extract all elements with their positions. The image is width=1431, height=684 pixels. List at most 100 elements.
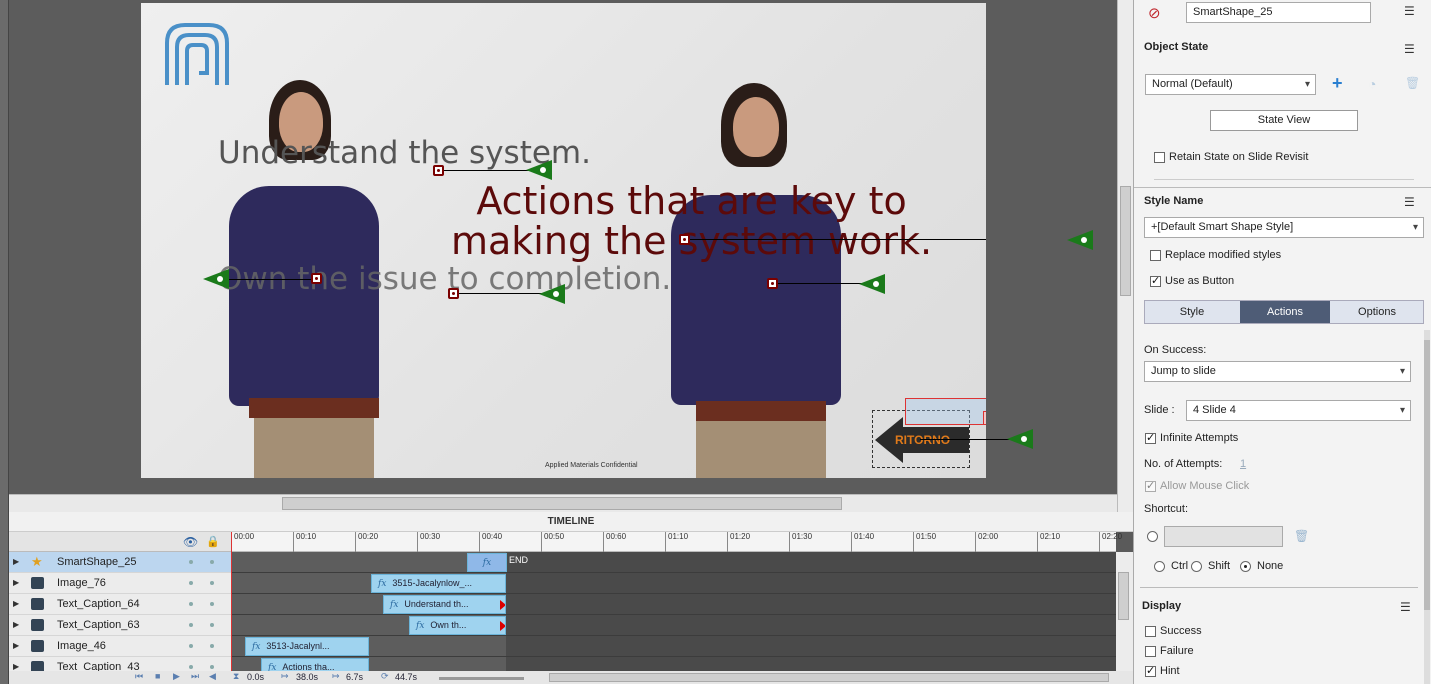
shift-radio[interactable] [1191, 561, 1202, 572]
stop-icon[interactable]: ■ [155, 671, 160, 681]
on-success-select[interactable]: Jump to slide [1144, 361, 1411, 382]
motion-end-arrow-icon[interactable] [1007, 429, 1033, 449]
scroll-thumb[interactable] [1118, 572, 1129, 620]
scroll-thumb[interactable] [282, 497, 842, 510]
timeline-horizontal-scrollbar[interactable] [549, 673, 1109, 682]
panel-menu-icon[interactable]: ☰ [1404, 195, 1415, 209]
infinite-attempts-checkbox[interactable] [1145, 431, 1156, 444]
motion-end-arrow-icon[interactable] [1067, 230, 1093, 250]
shortcut-input[interactable] [1164, 526, 1283, 547]
timeline-bar-label: Own th... [430, 620, 467, 630]
motion-end-arrow-icon[interactable] [526, 160, 552, 180]
tab-style[interactable]: Style [1145, 301, 1239, 323]
visibility-off-icon[interactable]: ⊘ [1148, 4, 1161, 22]
eye-icon[interactable]: 👁 [183, 535, 198, 549]
retain-state-checkbox[interactable] [1154, 152, 1165, 163]
use-as-button-checkbox[interactable] [1150, 274, 1161, 287]
state-select[interactable]: Normal (Default) [1145, 74, 1316, 95]
object-name-field[interactable]: SmartShape_25 [1186, 2, 1371, 23]
panel-menu-icon[interactable]: ☰ [1400, 600, 1411, 614]
expand-icon[interactable]: ▶ [13, 552, 19, 572]
scroll-thumb[interactable] [1424, 340, 1430, 610]
tab-actions[interactable]: Actions [1240, 301, 1330, 323]
on-success-label: On Success: [1144, 344, 1207, 356]
expand-icon[interactable]: ▶ [13, 594, 19, 614]
none-radio[interactable] [1240, 561, 1251, 572]
visibility-dot[interactable] [189, 602, 193, 606]
timeline-tick: 01:40 [851, 532, 874, 552]
layer-row[interactable]: ▶ Image_46 [9, 636, 231, 657]
slide-canvas[interactable]: Understand the system. Own the issue to … [141, 3, 986, 478]
lock-dot[interactable] [210, 560, 214, 564]
style-select[interactable]: +[Default Smart Shape Style] [1144, 217, 1424, 238]
visibility-dot[interactable] [189, 623, 193, 627]
tab-options[interactable]: Options [1331, 301, 1423, 323]
timeline-vertical-scrollbar[interactable] [1116, 552, 1133, 672]
allow-mouse-checkbox[interactable] [1145, 479, 1156, 492]
layer-row[interactable]: ▶ Text_Caption_63 [9, 615, 231, 636]
replace-styles-checkbox[interactable] [1150, 250, 1161, 261]
mute-icon[interactable]: ◀ [209, 671, 216, 682]
expand-icon[interactable]: ▶ [13, 573, 19, 593]
hint-checkbox[interactable] [1145, 664, 1156, 677]
playhead[interactable] [231, 532, 232, 677]
visibility-dot[interactable] [189, 560, 193, 564]
visibility-dot[interactable] [189, 581, 193, 585]
panel-menu-icon[interactable]: ☰ [1404, 42, 1415, 56]
timeline-track-area[interactable]: 00:00 00:10 00:20 00:30 00:40 00:50 00:60 01:10… [231, 532, 1122, 684]
zoom-slider[interactable] [439, 677, 524, 680]
first-frame-icon[interactable]: ⏮ [135, 671, 143, 682]
lock-icon[interactable]: 🔒 [206, 535, 220, 548]
state-view-button[interactable]: State View [1210, 110, 1358, 131]
ctrl-radio[interactable] [1154, 561, 1165, 572]
attempts-value[interactable]: 1 [1240, 458, 1246, 470]
slide-select[interactable]: 4 Slide 4 [1186, 400, 1411, 421]
stage-horizontal-scrollbar[interactable] [9, 494, 1117, 512]
layer-row[interactable]: ▶ ★ SmartShape_25 [9, 552, 231, 573]
add-state-icon[interactable]: + [1332, 73, 1343, 94]
motion-start-handle[interactable] [311, 273, 322, 284]
reset-state-icon[interactable]: ◔ [1368, 76, 1376, 92]
last-frame-icon[interactable]: ⏭ [191, 671, 199, 682]
lock-dot[interactable] [210, 602, 214, 606]
timeline-bar[interactable]: fx Own th... [409, 616, 506, 635]
shortcut-radio[interactable] [1147, 531, 1158, 542]
panel-scrollbar[interactable] [1424, 330, 1430, 684]
panel-menu-icon[interactable]: ☰ [1404, 4, 1415, 18]
motion-start-handle[interactable] [433, 165, 444, 176]
motion-end-arrow-icon[interactable] [203, 269, 229, 289]
stage-vertical-scrollbar[interactable] [1117, 0, 1133, 512]
scroll-thumb[interactable] [1120, 186, 1131, 296]
motion-end-arrow-icon[interactable] [859, 274, 885, 294]
fx-effect-icon: fx [252, 642, 261, 652]
expand-icon[interactable]: ▶ [13, 615, 19, 635]
visibility-dot[interactable] [189, 665, 193, 669]
lock-dot[interactable] [210, 665, 214, 669]
timeline-bar[interactable]: fx Understand th... [383, 595, 506, 614]
caption-actions[interactable]: Actions that are key to making the syste… [451, 181, 932, 261]
motion-start-handle[interactable] [767, 278, 778, 289]
lock-dot[interactable] [210, 581, 214, 585]
motion-start-handle[interactable] [448, 288, 459, 299]
failure-checkbox[interactable] [1145, 646, 1156, 657]
success-checkbox[interactable] [1145, 626, 1156, 637]
lock-dot[interactable] [210, 623, 214, 627]
fx-effect-icon[interactable]: fx [983, 411, 986, 425]
timeline-bar[interactable]: fx 3513-Jacalynl... [245, 637, 369, 656]
clear-shortcut-icon[interactable]: 🗑 [1294, 529, 1309, 543]
caption-actions-line1: Actions that are key to [476, 179, 907, 223]
layer-row[interactable]: ▶ Image_76 [9, 573, 231, 594]
visibility-dot[interactable] [189, 644, 193, 648]
play-icon[interactable]: ▶ [173, 671, 180, 682]
motion-end-arrow-icon[interactable] [539, 284, 565, 304]
layer-row[interactable]: ▶ Text_Caption_64 [9, 594, 231, 615]
lock-dot[interactable] [210, 644, 214, 648]
delete-state-icon[interactable]: 🗑 [1405, 76, 1420, 90]
rollover-area[interactable] [905, 398, 986, 425]
timeline-ruler[interactable]: 00:00 00:10 00:20 00:30 00:40 00:50 00:60 01:10… [231, 532, 1122, 552]
timeline-bar[interactable]: fx [467, 553, 507, 572]
expand-icon[interactable]: ▶ [13, 636, 19, 656]
timeline-bar[interactable]: fx 3515-Jacalynlow_... [371, 574, 506, 593]
motion-start-handle[interactable] [679, 234, 690, 245]
use-as-button-label: Use as Button [1165, 275, 1235, 287]
